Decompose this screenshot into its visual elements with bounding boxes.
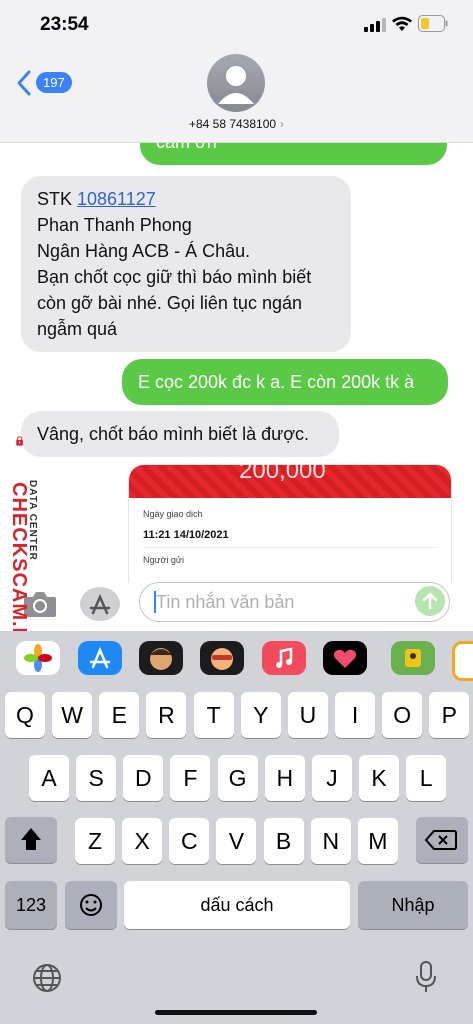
message-sent: cảm ơn (140, 143, 447, 165)
key-z[interactable]: Z (75, 818, 115, 864)
message-text: Phan Thanh Phong (37, 215, 192, 235)
key-i[interactable]: I (335, 692, 376, 738)
shift-icon (21, 828, 41, 850)
key-r[interactable]: R (146, 692, 187, 738)
emoji-icon (80, 894, 102, 916)
contact-avatar[interactable] (207, 54, 265, 112)
compose-bar: Tin nhắn văn bản (0, 582, 473, 631)
game-icon[interactable] (391, 641, 435, 675)
key-p[interactable]: P (429, 692, 470, 738)
key-x[interactable]: X (122, 818, 163, 864)
message-text: E cọc 200k đc k a. E còn 200k tk à (138, 372, 415, 392)
numbers-key-label: 123 (15, 895, 47, 915)
memoji-icon[interactable] (139, 641, 183, 675)
keyboard: QWERTYUIOP ASDFGHJKL ZXCVBNM 123 dấu các… (0, 631, 473, 1024)
message-received: Vâng, chốt báo mình biết là được. (21, 411, 339, 457)
key-k[interactable]: K (359, 755, 400, 801)
receipt-sender-label: Người gửi (143, 555, 184, 565)
message-text: cảm ơn (156, 143, 217, 152)
imessage-app-strip (0, 631, 473, 683)
key-g[interactable]: G (217, 755, 258, 801)
app-store-icon[interactable] (78, 641, 122, 675)
clock: 23:54 (40, 14, 89, 35)
divider (143, 547, 437, 548)
conversation-header: 197 +84 58 7438100 › (0, 50, 473, 143)
key-u[interactable]: U (287, 692, 328, 738)
contact-number: +84 58 7438100 (188, 117, 277, 131)
key-a[interactable]: A (29, 755, 69, 801)
key-w[interactable]: W (52, 692, 93, 738)
music-icon[interactable] (262, 641, 306, 675)
message-sent: E cọc 200k đc k a. E còn 200k tk à (122, 359, 448, 405)
message-placeholder: Tin nhắn văn bản (156, 592, 295, 612)
emoji-key[interactable] (65, 881, 117, 929)
key-n[interactable]: N (310, 818, 351, 864)
message-text: Bạn chốt cọc giữ thì báo mình biết (37, 267, 312, 287)
key-b[interactable]: B (263, 818, 304, 864)
chevron-right-icon: › (280, 117, 285, 131)
receipt-amount: 200,000 (239, 464, 326, 484)
home-indicator (155, 1010, 317, 1015)
key-m[interactable]: M (357, 818, 398, 864)
message-received: STK 10861127 Phan Thanh Phong Ngân Hàng … (21, 176, 351, 352)
cellular-signal-icon (364, 18, 386, 32)
key-q[interactable]: Q (5, 692, 45, 738)
message-text: Vâng, chốt báo mình biết là được. (37, 424, 310, 444)
key-d[interactable]: D (123, 755, 164, 801)
send-button[interactable] (415, 586, 445, 616)
message-text: STK (37, 189, 78, 209)
key-f[interactable]: F (170, 755, 211, 801)
unread-count-badge[interactable]: 197 (36, 72, 72, 93)
battery-icon (418, 15, 448, 32)
contact-name[interactable]: +84 58 7438100 › (0, 117, 473, 131)
receipt-date-value: 11:21 14/10/2021 (143, 529, 229, 541)
key-t[interactable]: T (193, 692, 234, 738)
message-list[interactable]: cảm ơn STK 10861127 Phan Thanh Phong Ngâ… (0, 143, 473, 583)
globe-icon[interactable] (30, 961, 64, 995)
message-input[interactable]: Tin nhắn văn bản (139, 582, 450, 622)
key-h[interactable]: H (264, 755, 305, 801)
receipt-header: 200,000 (129, 465, 451, 498)
key-j[interactable]: J (311, 755, 352, 801)
key-s[interactable]: S (76, 755, 117, 801)
watermark-subtitle: DATA CENTER (27, 480, 38, 561)
key-y[interactable]: Y (240, 692, 281, 738)
message-text: Ngân Hàng ACB - Á Châu. (37, 241, 251, 261)
memoji-stickers-icon[interactable] (200, 641, 244, 675)
key-o[interactable]: O (382, 692, 423, 738)
account-number-link[interactable]: 10861127 (77, 189, 156, 209)
message-text: ngẫm quá (37, 319, 118, 339)
wifi-icon (392, 16, 412, 31)
return-key[interactable]: Nhập (358, 881, 468, 929)
backspace-key[interactable] (416, 817, 468, 863)
return-key-label: Nhập (391, 895, 435, 915)
apps-button[interactable] (80, 587, 120, 621)
sticker-icon[interactable] (452, 641, 473, 681)
space-key-label: dấu cách (200, 895, 274, 915)
backspace-icon (424, 830, 457, 850)
numbers-key[interactable]: 123 (5, 881, 57, 929)
receipt-date-label: Ngày giao dịch (143, 509, 203, 519)
chevron-left-icon (17, 70, 31, 96)
key-v[interactable]: V (216, 818, 257, 864)
status-bar: 23:54 (0, 0, 473, 50)
key-c[interactable]: C (169, 818, 210, 864)
checkscam-logo-icon (16, 436, 23, 446)
send-icon (422, 592, 438, 610)
photos-icon[interactable] (16, 641, 60, 675)
space-key[interactable]: dấu cách (124, 881, 350, 929)
key-l[interactable]: L (406, 755, 447, 801)
transfer-receipt-image[interactable]: 200,000 Ngày giao dịch 11:21 14/10/2021 … (128, 464, 452, 583)
key-e[interactable]: E (99, 692, 140, 738)
microphone-icon[interactable] (411, 959, 441, 995)
app-store-icon (89, 593, 111, 615)
heart-icon[interactable] (323, 641, 367, 675)
person-icon (218, 66, 254, 104)
message-text: còn gỡ bài nhé. Gọi liên tục ngán (37, 293, 302, 313)
shift-key[interactable] (5, 817, 57, 863)
